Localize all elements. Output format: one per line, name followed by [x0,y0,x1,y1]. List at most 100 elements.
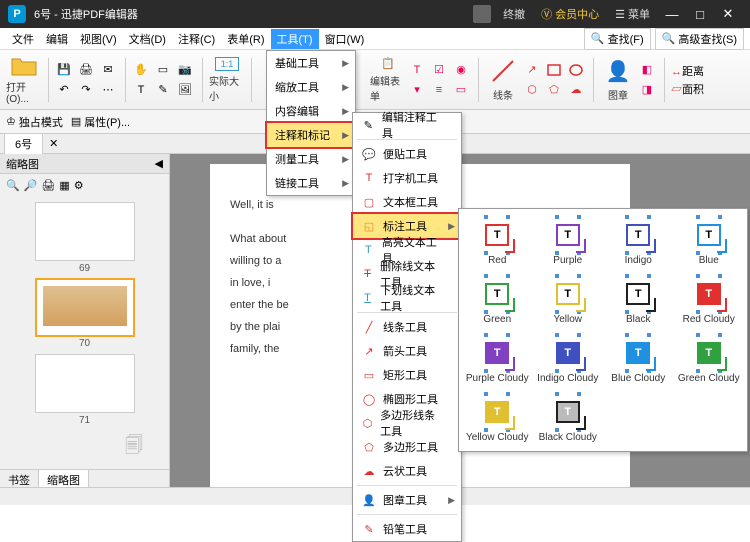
color-indigo-cloudy[interactable]: TIndigo Cloudy [534,331,603,388]
print-thumb-icon[interactable]: 🖨 [41,179,55,192]
minimize-button[interactable]: — [658,7,686,22]
collapse-icon[interactable]: ◀ [155,157,163,170]
menu-edit[interactable]: 编辑 [40,29,74,49]
actual-size-button[interactable]: 1:1 实际大小 [209,57,245,103]
menu-annotate[interactable]: 注释(C) [172,29,221,49]
link-tools-item[interactable]: 链接工具▶ [267,171,355,195]
zoom-tools-item[interactable]: 缩放工具▶ [267,75,355,99]
zoom-out-icon[interactable]: 🔍 [6,179,20,192]
basic-tools-item[interactable]: 基础工具▶ [267,51,355,75]
textfield-icon[interactable]: T [408,61,426,79]
maximize-button[interactable]: □ [686,7,714,22]
thumbnails-tab[interactable]: 缩略图 [39,470,89,487]
exclusive-mode-button[interactable]: ♔独占模式 [6,114,63,130]
color-green[interactable]: TGreen [463,272,532,329]
doc-tab[interactable]: 6号 [4,133,43,154]
print-icon[interactable]: 🖨 [77,61,95,79]
user-avatar[interactable] [473,5,491,23]
color-yellow[interactable]: TYellow [534,272,603,329]
color-green-cloudy[interactable]: TGreen Cloudy [675,331,744,388]
cloud-icon[interactable]: ☁ [567,81,585,99]
menu-window[interactable]: 窗口(W) [319,29,371,49]
area-button[interactable]: ▱面积 [671,81,704,97]
close-tab-button[interactable]: ✕ [43,137,64,150]
vip-button[interactable]: Ⓥ会员中心 [533,6,607,22]
color-purple-cloudy[interactable]: TPurple Cloudy [463,331,532,388]
color-yellow-cloudy[interactable]: TYellow Cloudy [463,390,532,447]
line-tool-button[interactable]: 线条 [485,57,521,103]
measure-tools-item[interactable]: 测量工具▶ [267,147,355,171]
rectangle-item[interactable]: ▭矩形工具 [353,363,461,387]
button-icon[interactable]: ▭ [452,81,470,99]
checkbox-icon[interactable]: ☑ [430,61,448,79]
textbox-item[interactable]: ▢文本框工具 [353,190,461,214]
content-edit-item[interactable]: 内容编辑▶ [267,99,355,123]
menubar: 文件 编辑 视图(V) 文档(D) 注释(C) 表单(R) 工具(T) 窗口(W… [0,28,750,50]
menu-view[interactable]: 视图(V) [74,29,123,49]
menu-tools[interactable]: 工具(T) [271,29,319,49]
options-icon[interactable]: ⚙ [74,179,84,192]
save-icon[interactable]: 💾 [55,61,73,79]
redo-icon[interactable]: ↷ [77,81,95,99]
select-icon[interactable]: ▭ [154,61,172,79]
text-icon[interactable]: T [132,81,150,99]
menu-document[interactable]: 文档(D) [123,29,172,49]
pages-icon[interactable]: 🗐 [125,433,143,463]
edit-form-button[interactable]: 📋 编辑表单 [370,57,406,103]
open-button[interactable]: 打开(O)... [6,57,42,103]
cloud-item[interactable]: ☁云状工具 [353,459,461,483]
combo-icon[interactable]: ▾ [408,81,426,99]
pencil-item[interactable]: ✎铅笔工具 [353,517,461,541]
advanced-find-button[interactable]: 🔍高级查找(S) [655,28,744,50]
color-purple[interactable]: TPurple [534,213,603,270]
rect-icon[interactable] [545,61,563,79]
color-indigo[interactable]: TIndigo [604,213,673,270]
image-icon[interactable]: 🖼 [176,81,194,99]
zoom-in-icon[interactable]: 🔎 [24,179,38,192]
stamp-button[interactable]: 👤 图章 [600,57,636,103]
underline-item[interactable]: T下划线文本工具 [353,286,461,310]
arrow-icon[interactable]: ↗ [523,61,541,79]
color-blue-cloudy[interactable]: TBlue Cloudy [604,331,673,388]
polygon-icon[interactable]: ⬠ [545,81,563,99]
edit-annotation-item[interactable]: ✎编辑注释工具 [353,113,461,137]
properties-button[interactable]: ▤属性(P)... [71,114,130,130]
camera-icon[interactable]: 📷 [176,61,194,79]
annotation-marks-item[interactable]: 注释和标记▶ [267,123,355,147]
grid-icon[interactable]: ▦ [59,179,69,192]
thumbnail-69[interactable]: 69 [35,202,135,261]
line-item[interactable]: ╱线条工具 [353,315,461,339]
close-button[interactable]: ✕ [714,6,742,22]
bookmarks-tab[interactable]: 书签 [0,470,39,487]
more-icon[interactable]: ⋯ [99,81,117,99]
find-button[interactable]: 🔍查找(F) [584,28,651,50]
color-black[interactable]: TBlack [604,272,673,329]
hand-icon[interactable]: ✋ [132,61,150,79]
radio-icon[interactable]: ◉ [452,61,470,79]
arrow-item[interactable]: ↗箭头工具 [353,339,461,363]
typewriter-item[interactable]: T打字机工具 [353,166,461,190]
color-blue[interactable]: TBlue [675,213,744,270]
color-red-cloudy[interactable]: TRed Cloudy [675,272,744,329]
distance-button[interactable]: ↔距离 [671,63,704,79]
color-red[interactable]: TRed [463,213,532,270]
polyline-item[interactable]: ⬡多边形线条工具 [353,411,461,435]
thumbnail-71[interactable]: 71 [35,354,135,413]
endtrial-button[interactable]: 终撤 [495,6,533,22]
eraser-icon[interactable]: ◧ [638,61,656,79]
main-menu-button[interactable]: ☰菜单 [607,6,658,22]
list-icon[interactable]: ≡ [430,81,448,99]
eraser2-icon[interactable]: ◨ [638,81,656,99]
polygon-item[interactable]: ⬠多边形工具 [353,435,461,459]
menu-file[interactable]: 文件 [6,29,40,49]
edit-icon[interactable]: ✎ [154,81,172,99]
undo-icon[interactable]: ↶ [55,81,73,99]
sticky-note-item[interactable]: 💬便贴工具 [353,142,461,166]
thumbnail-70[interactable]: 70 [35,278,135,338]
mail-icon[interactable]: ✉ [99,61,117,79]
polyline-icon[interactable]: ⬡ [523,81,541,99]
stamp-item[interactable]: 👤图章工具▶ [353,488,461,512]
ellipse-icon[interactable] [567,61,585,79]
menu-form[interactable]: 表单(R) [221,29,270,49]
color-black-cloudy[interactable]: TBlack Cloudy [534,390,603,447]
